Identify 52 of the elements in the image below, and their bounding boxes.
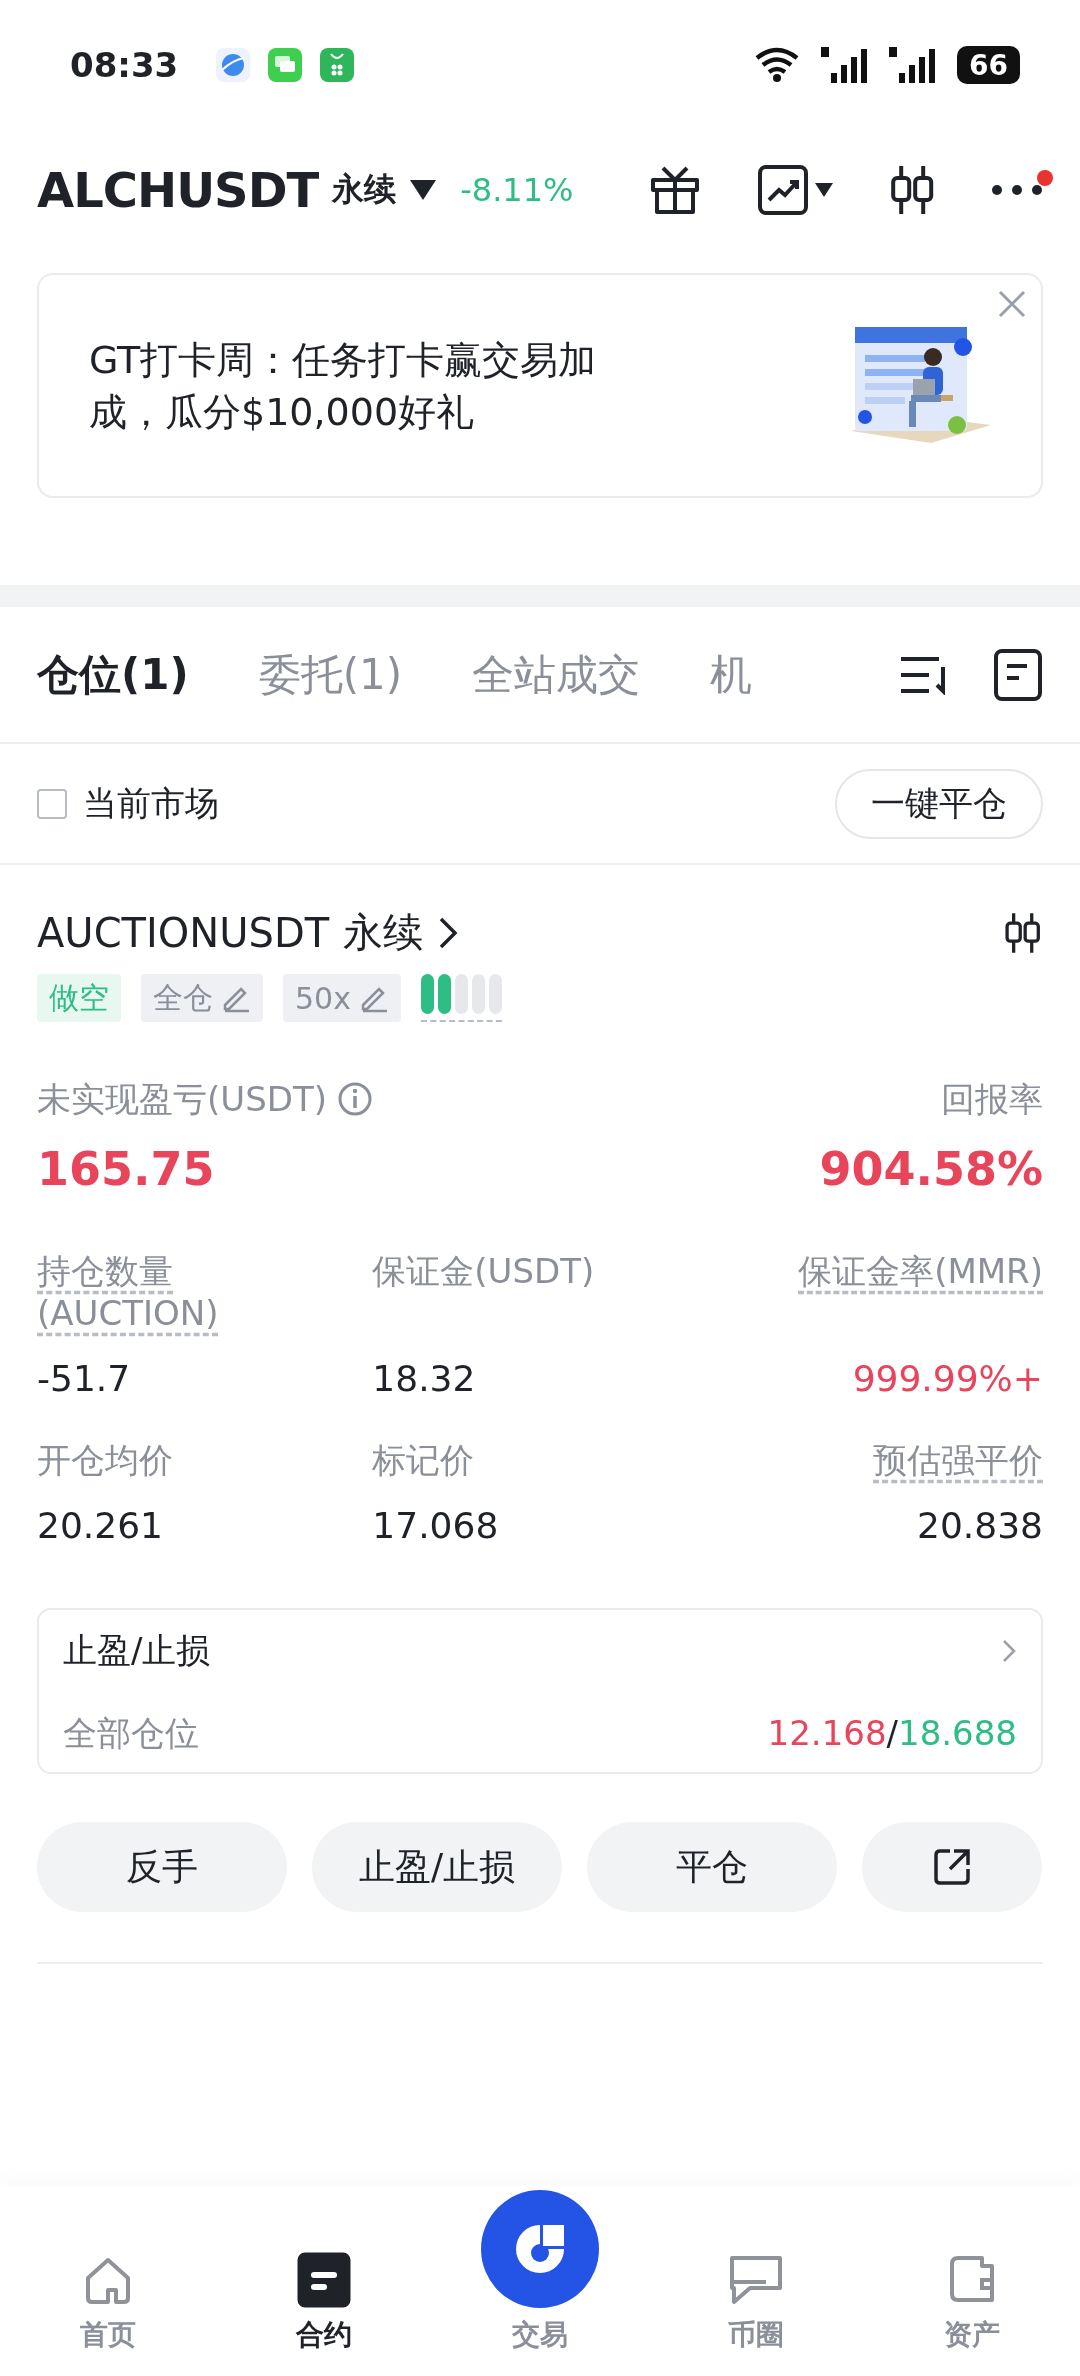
side-tag: 做空: [37, 974, 121, 1022]
banner-text: GT打卡周：任务打卡赢交易加成，瓜分$10,000好礼: [89, 336, 598, 436]
price-change: -8.11%: [460, 171, 574, 209]
field-value: 20.261: [37, 1505, 163, 1546]
chart-type-button[interactable]: [756, 164, 833, 216]
status-time: 08:33: [70, 45, 179, 85]
tab[interactable]: 仓位(1): [37, 646, 189, 703]
pnl-label: 未实现盈亏(USDT): [37, 1078, 327, 1120]
document-icon: [297, 2252, 351, 2308]
share-icon: [932, 1847, 972, 1887]
tpsl-card[interactable]: 止盈/止损 全部仓位 12.168/18.688: [37, 1608, 1043, 1774]
symbol-title[interactable]: ALCHUSDT: [37, 162, 319, 218]
promo-banner[interactable]: GT打卡周：任务打卡赢交易加成，瓜分$10,000好礼: [37, 273, 1043, 498]
tpsl-title: 止盈/止损: [63, 1629, 211, 1672]
tpsl-prices: 12.168/18.688: [767, 1713, 1017, 1753]
chevron-right-icon: [437, 915, 460, 950]
contract-type: 永续: [343, 908, 424, 957]
browser-icon: [216, 48, 251, 82]
info-icon: [336, 1081, 373, 1117]
roe-value: 904.58%: [819, 1142, 1043, 1196]
field-label: 保证金率(MMR): [798, 1250, 1043, 1292]
action-button[interactable]: 反手: [37, 1822, 287, 1912]
line-chart-icon: [756, 164, 809, 216]
position-symbol[interactable]: AUCTIONUSDT: [37, 909, 330, 956]
field-label: 保证金(USDT): [372, 1250, 595, 1292]
field-value: 999.99%+: [852, 1358, 1043, 1399]
chevron-right-icon: [1001, 1638, 1017, 1664]
field-label: 预估强平价: [873, 1439, 1043, 1481]
field-value: 20.838: [917, 1505, 1043, 1546]
close-all-button[interactable]: 一键平仓: [835, 768, 1043, 839]
field-value: 18.32: [372, 1358, 476, 1399]
checkbox[interactable]: [37, 788, 67, 819]
caret-icon: [814, 183, 833, 197]
nav-tab[interactable]: 合约: [216, 2252, 432, 2354]
field-label: 标记价: [372, 1439, 475, 1481]
pnl-value: 165.75: [37, 1142, 215, 1196]
tpsl-scope: 全部仓位: [63, 1712, 199, 1754]
action-button[interactable]: 平仓: [587, 1822, 837, 1912]
action-button[interactable]: 止盈/止损: [312, 1822, 562, 1912]
app-icon: [320, 48, 355, 82]
dropdown-icon: [410, 180, 437, 200]
checkbox-label: 当前市场: [83, 781, 219, 825]
messages-icon: [268, 48, 303, 82]
field-label: 持仓数量(AUCTION): [37, 1250, 220, 1334]
more-button[interactable]: [991, 184, 1043, 196]
contract-type[interactable]: 永续: [332, 168, 397, 212]
history-button[interactable]: [993, 647, 1043, 702]
field-value: -51.7: [37, 1358, 131, 1399]
field-label: 开仓均价: [37, 1439, 173, 1481]
battery-icon: 66: [957, 46, 1020, 84]
roe-label: 回报率: [941, 1078, 1043, 1120]
field-value: 17.068: [372, 1505, 499, 1546]
